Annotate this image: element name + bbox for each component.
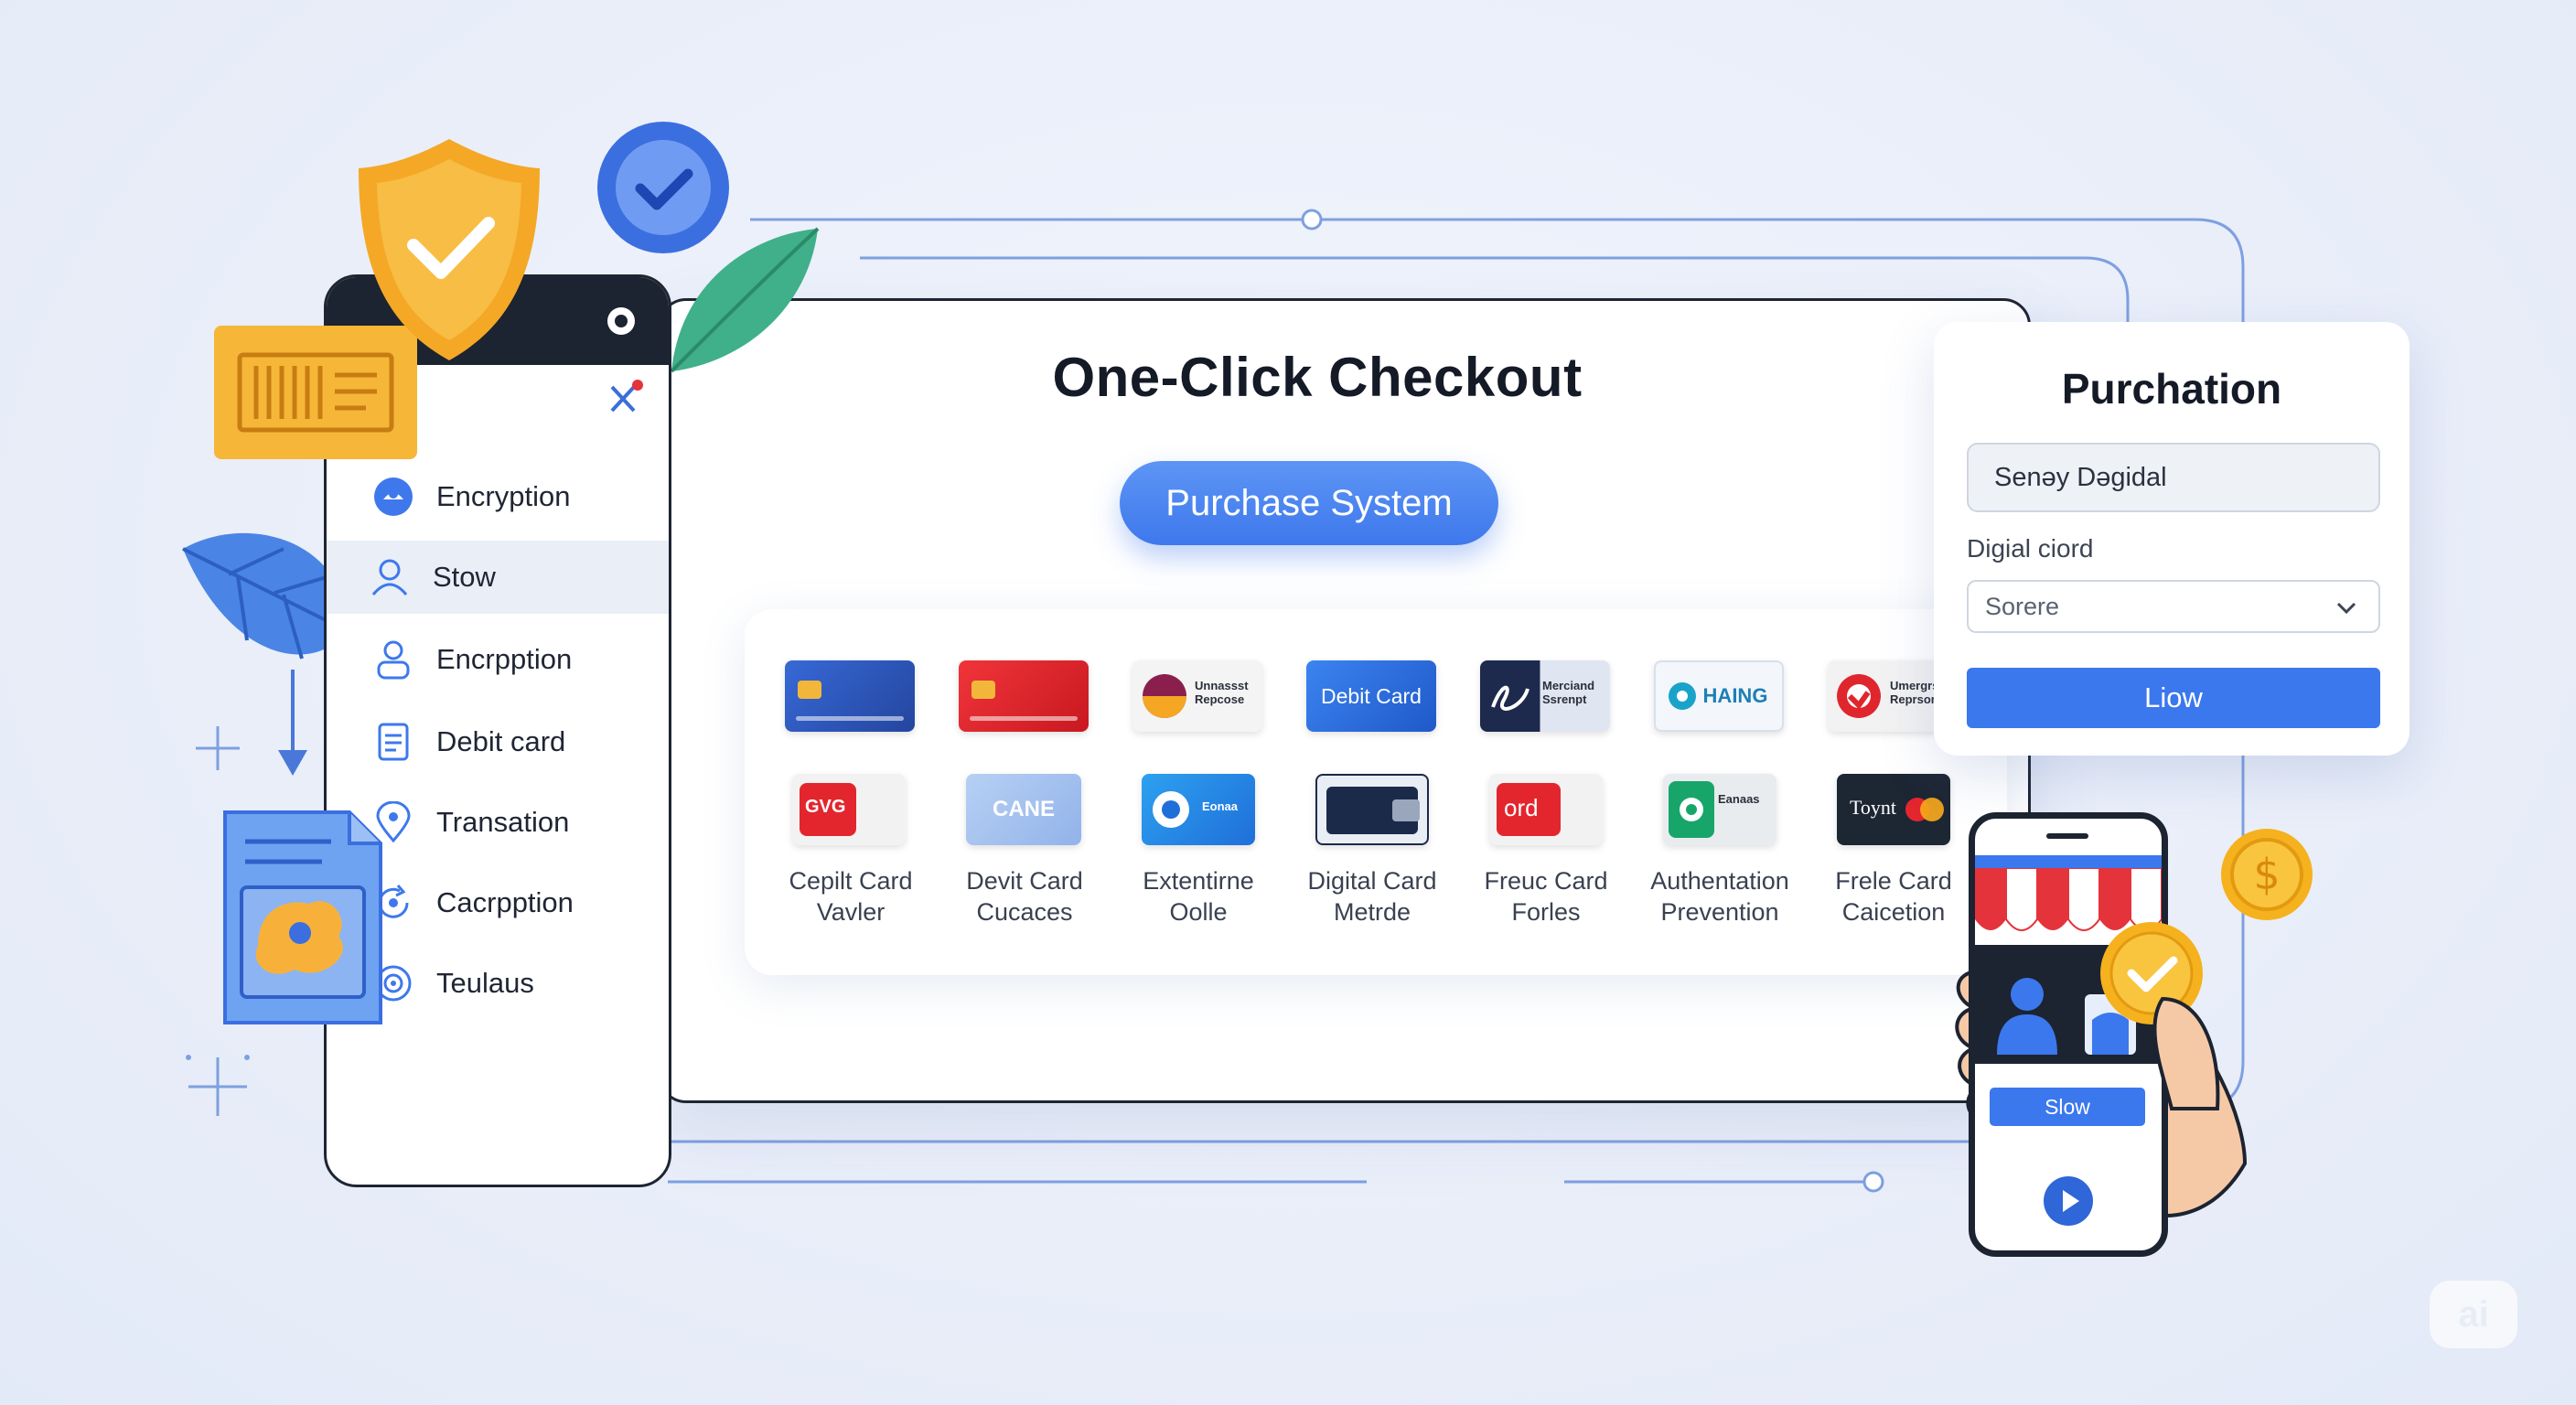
- sidebar-item-debit-card[interactable]: Debit card: [327, 705, 669, 778]
- sidebar-item-label: Transation: [436, 806, 570, 838]
- form-title: Purchation: [2061, 365, 2282, 413]
- lock-icon: [372, 476, 414, 518]
- sidebar-item-encryption[interactable]: Encryption: [327, 460, 669, 533]
- card-text: Toynt: [1850, 796, 1897, 819]
- purchase-system-button[interactable]: Purchase System: [1120, 461, 1498, 545]
- card-text: CANE: [992, 797, 1055, 821]
- select-value: Sorere: [1985, 592, 2060, 620]
- payment-method-card[interactable]: [959, 660, 1089, 732]
- page-title: One-Click Checkout: [1052, 347, 1583, 408]
- payment-method-label: Frele Card Caicetion: [1835, 867, 1952, 926]
- sidebar-item-label: Teulaus: [436, 967, 534, 999]
- card-chip-icon: [798, 681, 821, 699]
- circle-logo-icon: [1143, 674, 1186, 718]
- sidebar-item-stow[interactable]: Stow: [327, 541, 669, 614]
- document-icon: [372, 721, 414, 763]
- card-number-stripe: [796, 716, 904, 721]
- payment-method-card[interactable]: ord: [1489, 774, 1603, 845]
- phone-speaker: [2046, 833, 2088, 839]
- card-text: GVG: [805, 797, 846, 817]
- sidebar-item-label: Encryption: [436, 480, 571, 512]
- phone-header-bar: [1975, 855, 2162, 868]
- card-text: Unnassst Repcose: [1195, 679, 1249, 706]
- payment-method-card[interactable]: GVG: [792, 774, 906, 845]
- thumb-icon: [2152, 996, 2220, 1110]
- card-text: ord: [1504, 794, 1539, 821]
- payment-method-card[interactable]: Debit Card: [1306, 660, 1436, 732]
- customer-icon: [1997, 978, 2057, 1055]
- payment-method-label: Authentation Prevention: [1650, 867, 1789, 926]
- payment-method-card[interactable]: HAING: [1654, 660, 1784, 732]
- card-text: Debit Card: [1321, 683, 1422, 708]
- wallet-icon: [1153, 791, 1189, 828]
- shop-phone: Slow: [1969, 812, 2168, 1257]
- card-text: Eanaas: [1718, 792, 1760, 806]
- dollar-coin-icon: $: [2221, 829, 2313, 920]
- card-text: HAING: [1702, 684, 1768, 707]
- payment-method-label: Extentirne Oolle: [1143, 867, 1254, 926]
- payment-method-card[interactable]: Unnassst Repcose: [1132, 660, 1262, 732]
- chevron-down-icon: [2336, 602, 2356, 615]
- sidebar-item-label: Encrpption: [436, 643, 573, 675]
- card-chip-icon: [971, 681, 995, 699]
- close-icon[interactable]: [605, 378, 645, 418]
- security-shield-icon: [359, 139, 540, 360]
- payment-method-card[interactable]: Eonaa: [1142, 774, 1255, 845]
- svg-text:$: $: [2253, 850, 2280, 899]
- user-icon: [369, 556, 411, 598]
- payment-method-card[interactable]: Eanaas: [1663, 774, 1776, 845]
- select-label: Digial ciord: [1967, 534, 2094, 563]
- sidebar-item-label: Cacrpption: [436, 886, 574, 918]
- card-number-stripe: [970, 716, 1078, 721]
- wallet-clasp: [1392, 799, 1420, 821]
- payment-method-label: Devit Card Cucaces: [966, 867, 1083, 926]
- red-logo-icon: [1837, 674, 1881, 718]
- document-hand-icon: [223, 810, 382, 1024]
- person-icon: [372, 638, 414, 681]
- form-submit-button[interactable]: Liow: [1967, 668, 2380, 728]
- payment-method-card[interactable]: [785, 660, 915, 732]
- payment-method-card[interactable]: Toynt: [1837, 774, 1950, 845]
- badge-logo-icon: [1669, 682, 1696, 710]
- mastercard-icon: [1905, 798, 1944, 821]
- card-select-dropdown[interactable]: Sorere: [1967, 580, 2380, 633]
- sidebar-item-label: Debit card: [436, 725, 566, 757]
- play-button-icon[interactable]: [2043, 1175, 2094, 1227]
- payment-method-card[interactable]: [1315, 774, 1429, 845]
- name-input-field[interactable]: Senәy Dәgidal: [1967, 443, 2380, 512]
- payment-method-card[interactable]: CANE: [966, 774, 1081, 845]
- verified-check-icon: [597, 122, 729, 253]
- payment-method-card[interactable]: Merciand Ssrenpt: [1480, 660, 1610, 732]
- signature-icon: [1491, 685, 1530, 711]
- green-logo-icon: [1669, 781, 1714, 838]
- shop-slow-button[interactable]: Slow: [1990, 1088, 2145, 1126]
- card-text: Merciand Ssrenpt: [1542, 679, 1595, 706]
- sidebar-item-label: Stow: [433, 561, 496, 593]
- payment-method-label: Freuc Card Forles: [1484, 867, 1608, 926]
- payment-methods-panel: Unnassst Repcose Debit Card Merciand Ssr…: [745, 609, 2007, 975]
- sidebar-item-encrpption[interactable]: Encrpption: [327, 623, 669, 696]
- purchase-form-card: Purchation Senәy Dәgidal Digial ciord So…: [1934, 322, 2410, 756]
- card-text: Eonaa: [1202, 799, 1239, 813]
- payment-method-label: Digital Card Metrde: [1307, 867, 1437, 926]
- camera-icon: [607, 307, 635, 335]
- payment-method-label: Cepilt Card Vavler: [789, 867, 913, 926]
- ai-watermark: ai: [2430, 1281, 2517, 1348]
